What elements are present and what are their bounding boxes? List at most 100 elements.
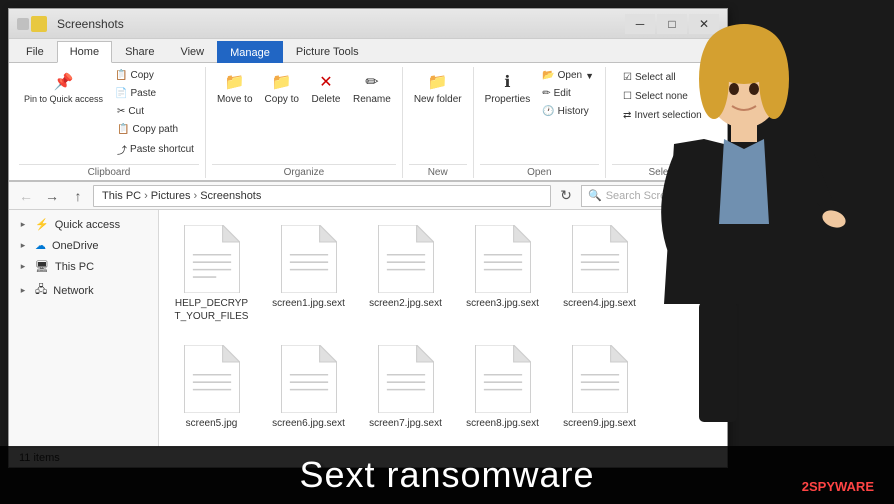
move-to-icon: 📁 [223,70,247,94]
tab-home[interactable]: Home [57,41,112,63]
forward-button[interactable]: → [41,186,63,206]
file-name-2: screen2.jpg.sext [369,297,442,310]
file-icon-6 [281,345,337,413]
sidebar-item-network[interactable]: ▸ 🖧 Network [9,277,158,304]
tab-file[interactable]: File [13,40,57,62]
pin-to-quick-access-button[interactable]: 📌 Pin to Quick access [19,67,108,107]
new-group: 📁 New folder New [403,67,474,178]
open-group: ℹ Properties 📂 Open ▼ ✏ Edit 🕐 [474,67,606,178]
window-title: Screenshots [57,17,124,31]
open-label: Open [480,164,599,178]
open-content: ℹ Properties 📂 Open ▼ ✏ Edit 🕐 [480,67,599,160]
file-name-8: screen8.jpg.sext [466,417,539,430]
cut-icon: ✂ [117,106,125,117]
tab-share[interactable]: Share [112,40,167,62]
expand-icon: ▸ [17,261,29,273]
file-item[interactable]: screen2.jpg.sext [363,220,448,328]
clipboard-actions: 📋 Copy 📄 Paste ✂ Cut 📋 [110,67,199,160]
pin-icon: 📌 [52,70,76,94]
file-icon-0 [184,225,240,293]
history-icon: 🕐 [542,106,554,117]
move-to-button[interactable]: 📁 Move to [212,67,258,108]
person-svg [624,24,864,444]
copy-path-button[interactable]: 📋 Copy path [112,121,199,138]
rename-icon: ✏ [360,70,384,94]
network-icon: 🖧 [35,281,47,300]
address-path[interactable]: This PC › Pictures › Screenshots [93,185,551,207]
copy-path-icon: 📋 [117,124,129,135]
sidebar-item-quick-access[interactable]: ▸ ⚡ Quick access [9,214,158,235]
paste-icon: 📄 [115,88,127,99]
new-folder-button[interactable]: 📁 New folder [409,67,467,108]
cut-button[interactable]: ✂ Cut [112,103,199,120]
file-name-5: screen5.jpg [186,417,238,430]
title-bar-icons [17,16,47,32]
tab-view[interactable]: View [167,40,217,62]
open-icon: 📂 [542,70,554,81]
open-button[interactable]: 📂 Open ▼ [537,67,599,84]
new-content: 📁 New folder [409,67,467,160]
clipboard-sub: ✂ Cut 📋 Copy path ⤴ Paste shortcut [110,103,199,160]
rename-button[interactable]: ✏ Rename [348,67,396,108]
copy-button[interactable]: 📋 Copy [110,67,199,84]
expand-icon: ▸ [17,219,29,231]
file-name-7: screen7.jpg.sext [369,417,442,430]
organize-label: Organize [212,164,396,178]
file-icon-4 [572,225,628,293]
file-item[interactable]: screen5.jpg [169,340,254,435]
this-pc-icon: 🖥 [35,260,49,273]
new-folder-icon: 📁 [426,70,450,94]
app-icon [17,18,29,30]
file-item[interactable]: screen7.jpg.sext [363,340,448,435]
tab-manage[interactable]: Manage [217,41,283,63]
back-button[interactable]: ← [15,186,37,206]
paste-shortcut-icon: ⤴ [117,142,127,157]
address-bar: ← → ↑ This PC › Pictures › Screenshots ↻… [9,182,727,210]
organize-group: 📁 Move to 📁 Copy to ✕ Delete ✏ Rename Or… [206,67,403,178]
properties-icon: ℹ [495,70,519,94]
file-item[interactable]: screen6.jpg.sext [266,340,351,435]
paste-button[interactable]: 📄 Paste [110,85,199,102]
edit-icon: ✏ [542,88,550,99]
person-overlay [624,24,864,444]
delete-icon: ✕ [314,70,338,94]
banner-title: Sext ransomware [299,454,594,496]
sidebar-item-onedrive[interactable]: ▸ ☁ OneDrive [9,235,158,256]
copy-to-button[interactable]: 📁 Copy to [260,67,304,108]
file-name-1: screen1.jpg.sext [272,297,345,310]
up-button[interactable]: ↑ [67,186,89,206]
file-icon-1 [281,225,337,293]
copy-to-icon: 📁 [270,70,294,94]
properties-button[interactable]: ℹ Properties [480,67,536,108]
file-item[interactable]: screen8.jpg.sext [460,340,545,435]
file-icon-7 [378,345,434,413]
file-icon-9 [572,345,628,413]
main-area: ▸ ⚡ Quick access ▸ ☁ OneDrive ▸ 🖥 This P… [9,210,727,447]
delete-button[interactable]: ✕ Delete [306,67,346,108]
new-label: New [409,164,467,178]
copy-icon: 📋 [115,70,127,81]
sidebar-item-this-pc[interactable]: ▸ 🖥 This PC [9,256,158,277]
search-icon: 🔍 [588,189,602,202]
history-button[interactable]: 🕐 History [537,103,599,120]
ribbon: 📌 Pin to Quick access 📋 Copy 📄 Paste ✂ [9,63,727,182]
file-item[interactable]: HELP_DECRYPT_YOUR_FILES [169,220,254,328]
file-name-3: screen3.jpg.sext [466,297,539,310]
explorer-window: Screenshots ─ □ ✕ File Home Share View M… [8,8,728,468]
file-item[interactable]: screen1.jpg.sext [266,220,351,328]
refresh-button[interactable]: ↻ [555,186,577,206]
open-actions: 📂 Open ▼ ✏ Edit 🕐 History [537,67,599,120]
file-name-6: screen6.jpg.sext [272,417,345,430]
bottom-banner: Sext ransomware 2SPYWARE [0,446,894,504]
file-icon-3 [475,225,531,293]
tab-picture-tools[interactable]: Picture Tools [283,40,372,62]
file-item[interactable]: screen3.jpg.sext [460,220,545,328]
expand-icon: ▸ [17,285,29,297]
folder-icon-title [31,16,47,32]
paste-shortcut-button[interactable]: ⤴ Paste shortcut [112,139,199,160]
edit-button[interactable]: ✏ Edit [537,85,599,102]
expand-icon: ▸ [17,240,29,252]
quick-access-icon: ⚡ [35,218,49,231]
path-thispc: This PC [102,190,141,202]
sidebar: ▸ ⚡ Quick access ▸ ☁ OneDrive ▸ 🖥 This P… [9,210,159,447]
